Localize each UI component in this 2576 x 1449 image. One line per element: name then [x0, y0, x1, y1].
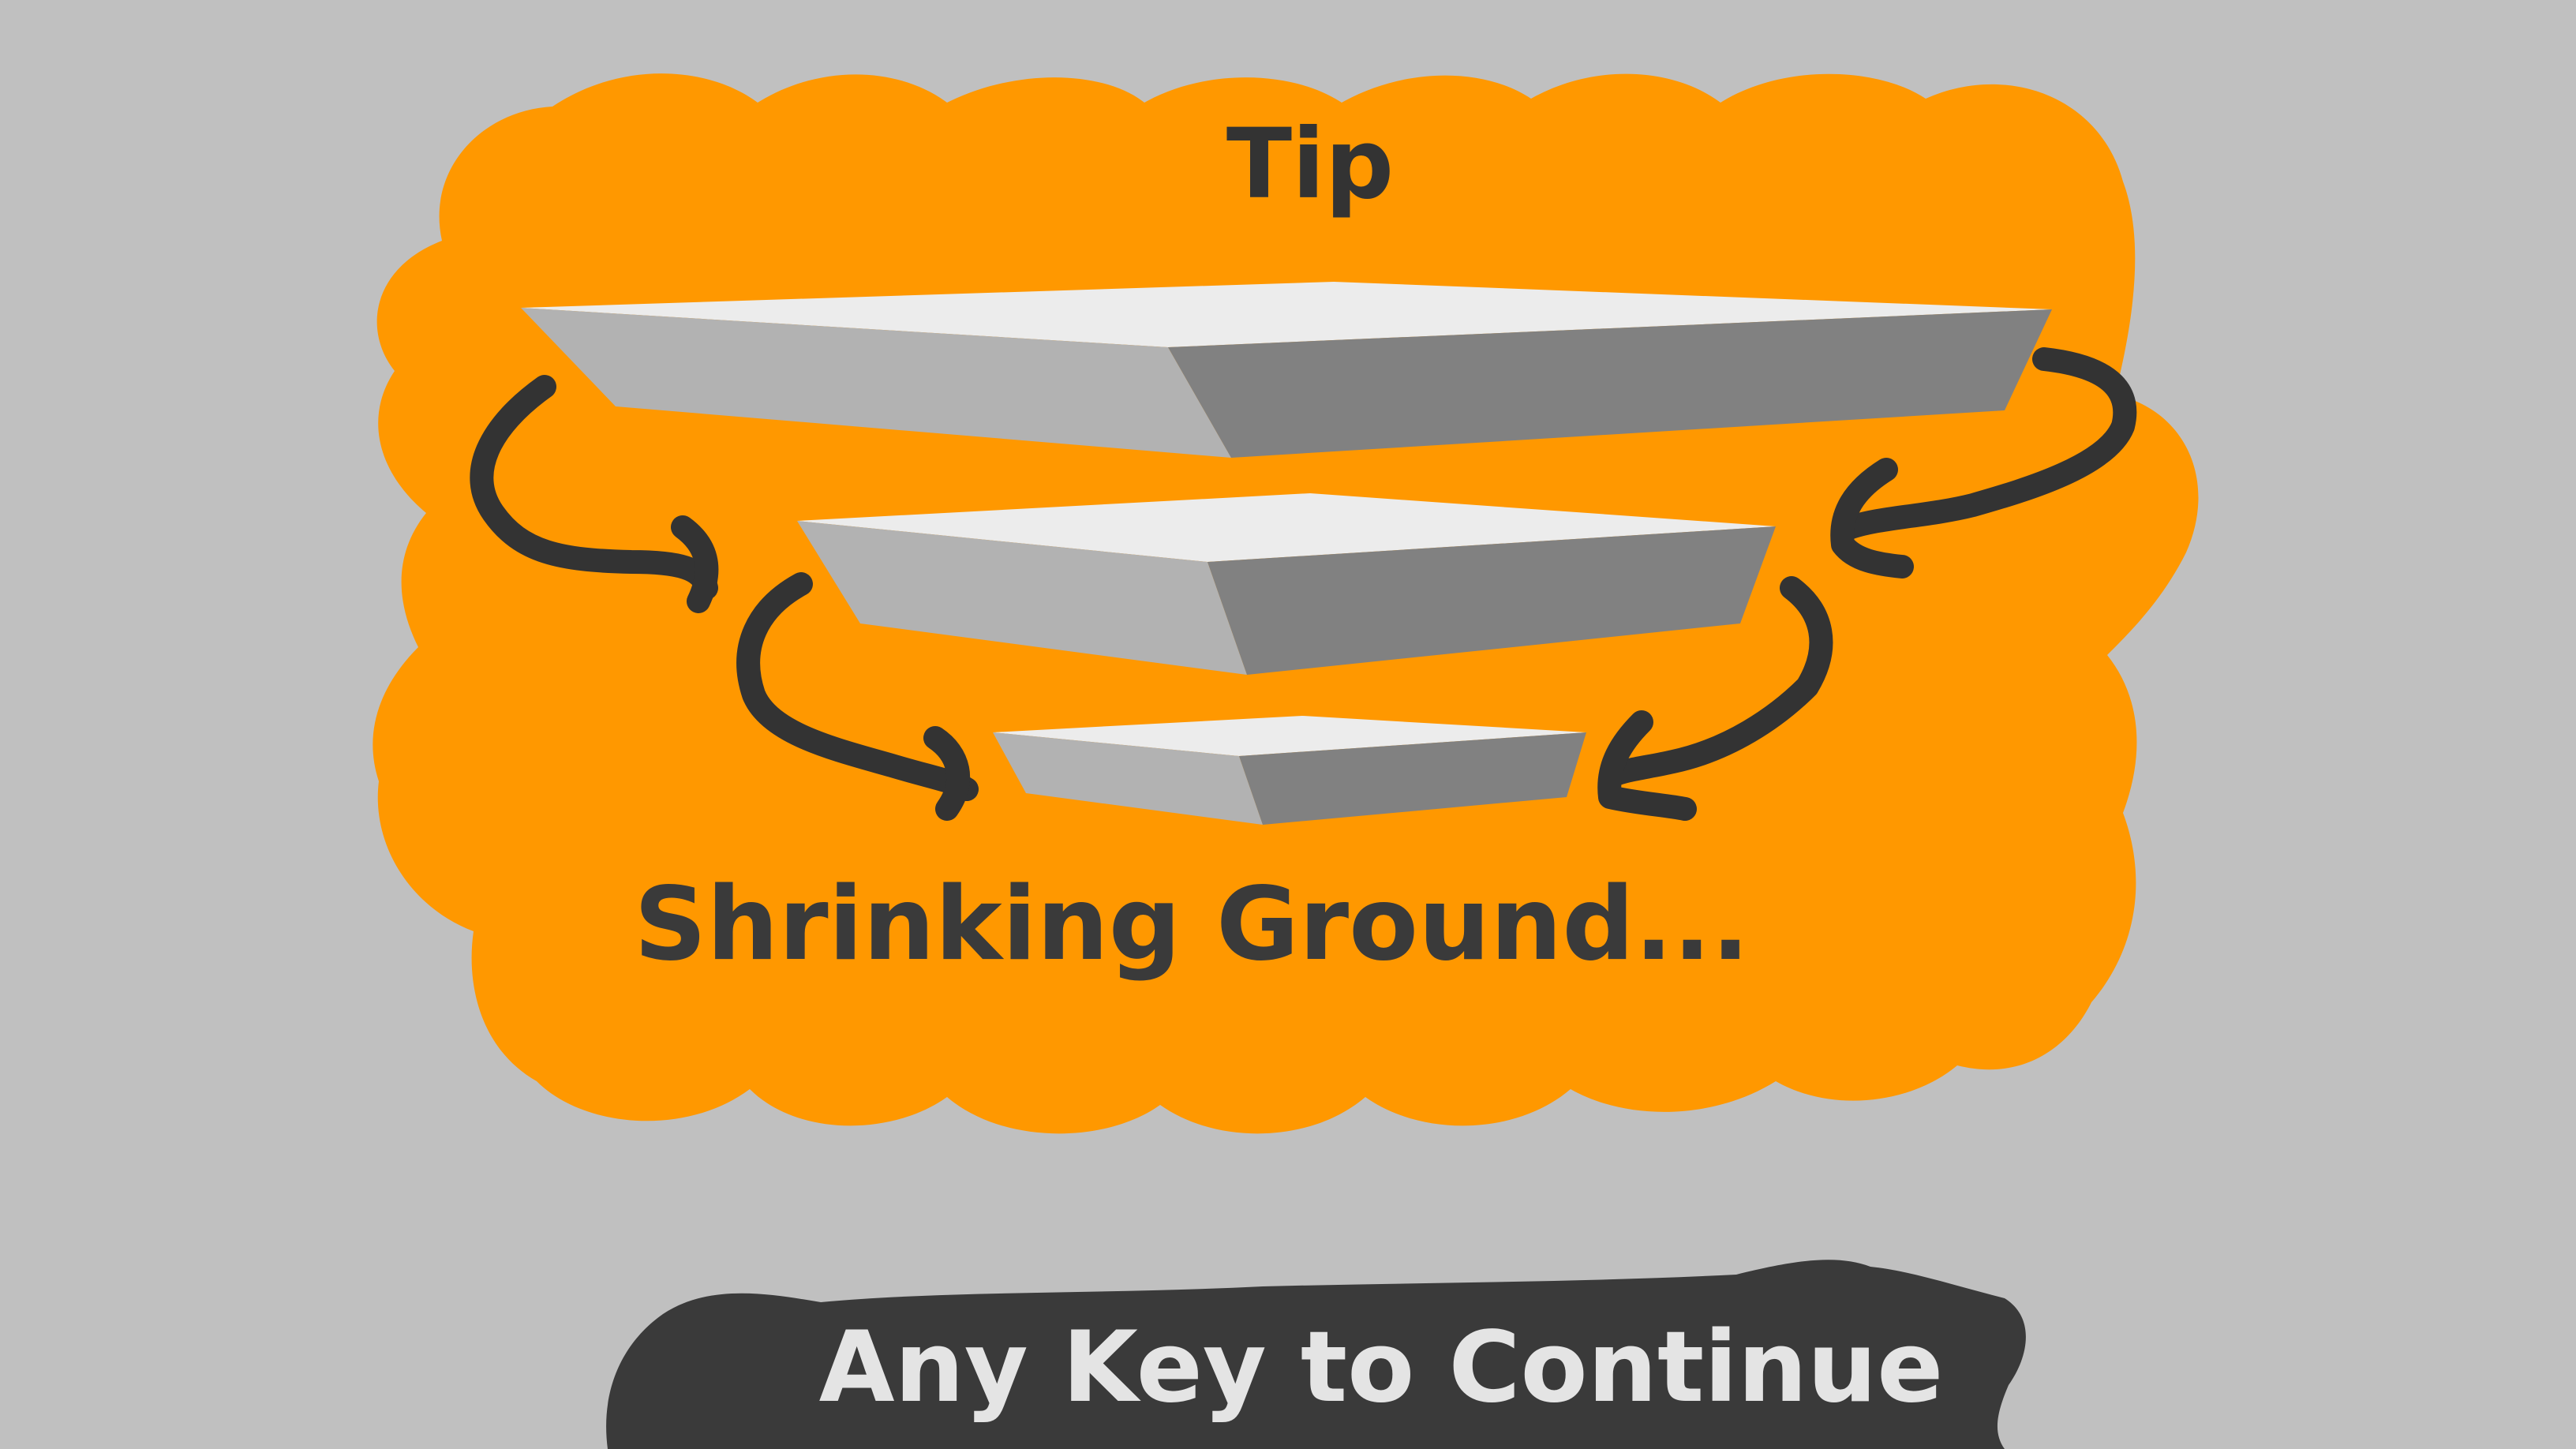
- continue-prompt[interactable]: Any Key to Continue: [606, 1260, 2026, 1449]
- tip-scene: Tip Shrinking Ground... Any Key to Conti…: [373, 73, 2199, 1449]
- tip-caption: Shrinking Ground...: [634, 866, 1750, 983]
- tip-title: Tip: [1226, 108, 1394, 220]
- tip-screen: Tip Shrinking Ground... Any Key to Conti…: [0, 0, 2576, 1449]
- continue-label[interactable]: Any Key to Continue: [819, 1311, 1944, 1425]
